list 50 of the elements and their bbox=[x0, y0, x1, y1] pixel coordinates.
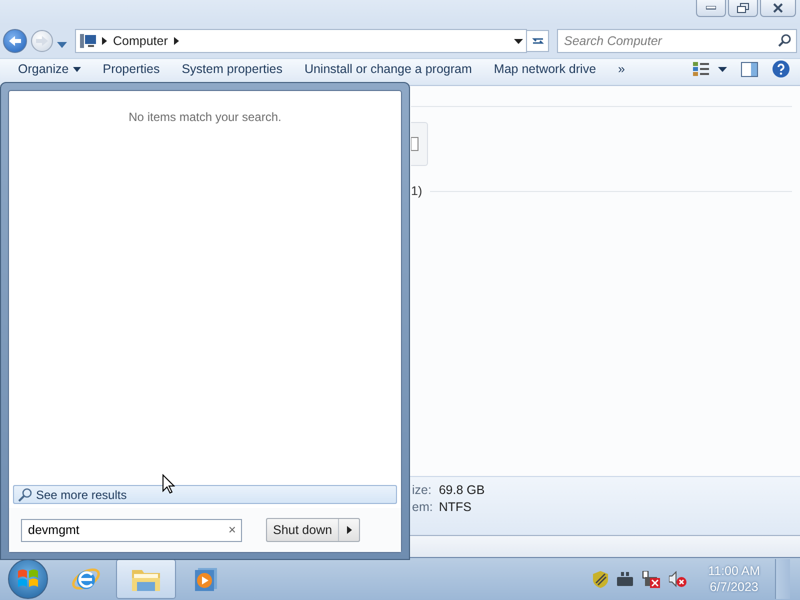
device-icon[interactable] bbox=[617, 572, 634, 586]
address-field[interactable]: Computer bbox=[75, 29, 527, 53]
arrow-icon bbox=[346, 526, 352, 534]
close-icon bbox=[773, 3, 783, 13]
property-value: NTFS bbox=[438, 500, 472, 514]
chevron-icon bbox=[174, 37, 179, 45]
view-options-icon[interactable] bbox=[693, 61, 727, 77]
back-button[interactable] bbox=[3, 29, 27, 53]
preview-pane-icon[interactable] bbox=[741, 62, 758, 76]
minimize-icon bbox=[706, 6, 716, 10]
refresh-icon bbox=[530, 35, 544, 47]
see-more-results-button[interactable]: See more results bbox=[13, 485, 397, 504]
no-results-message: No items match your search. bbox=[128, 110, 282, 124]
clear-button[interactable]: × bbox=[228, 522, 236, 536]
search-icon bbox=[778, 34, 791, 47]
back-arrow-icon bbox=[8, 35, 22, 47]
computer-icon bbox=[80, 34, 96, 48]
toolbar-button[interactable]: Properties bbox=[94, 62, 168, 76]
forward-arrow-icon bbox=[35, 35, 49, 47]
more-commands-button[interactable]: » bbox=[610, 62, 633, 76]
chevron-icon bbox=[102, 37, 107, 45]
breadcrumb-item[interactable]: Computer bbox=[113, 34, 168, 48]
shield-icon[interactable] bbox=[593, 570, 608, 588]
toolbar-button[interactable]: System properties bbox=[174, 62, 290, 76]
search-field[interactable]: Search Computer bbox=[557, 29, 797, 53]
group-header: 1) bbox=[411, 184, 422, 198]
media-player-icon bbox=[193, 566, 219, 592]
start-button[interactable] bbox=[8, 559, 48, 599]
mouse-cursor-icon bbox=[162, 474, 175, 494]
taskbar-button[interactable] bbox=[116, 559, 176, 599]
toolbar-button[interactable]: Map network drive bbox=[486, 62, 604, 76]
minimize-button[interactable] bbox=[696, 0, 726, 17]
drive-tile[interactable] bbox=[411, 122, 428, 166]
caret-icon bbox=[57, 42, 67, 48]
windows-logo-icon bbox=[17, 568, 39, 590]
network-error-icon[interactable] bbox=[642, 570, 660, 588]
restore-button[interactable] bbox=[728, 0, 758, 17]
close-button[interactable] bbox=[760, 0, 796, 17]
volume-muted-icon[interactable] bbox=[669, 570, 688, 588]
refresh-button[interactable] bbox=[527, 30, 549, 52]
property-value: 69.8 GB bbox=[438, 483, 485, 497]
caret-icon bbox=[72, 66, 81, 72]
toolbar-button[interactable]: Uninstall or change a program bbox=[296, 62, 480, 76]
property-label: em: bbox=[412, 500, 433, 514]
help-icon[interactable] bbox=[772, 60, 790, 78]
restore-icon bbox=[737, 3, 749, 13]
search-icon bbox=[18, 488, 32, 502]
dropdown-caret-icon[interactable] bbox=[514, 38, 522, 44]
property-label: ize: bbox=[412, 483, 432, 497]
organize-menu-button[interactable]: Organize bbox=[10, 62, 89, 76]
